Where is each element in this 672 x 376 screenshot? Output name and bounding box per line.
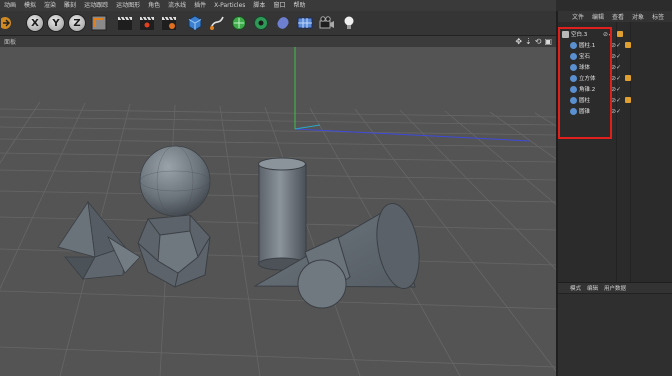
attribute-manager-tabs: 模式 编辑 用户数据 (558, 282, 672, 293)
clapperboard-settings-icon (162, 16, 176, 30)
menu-item-window[interactable]: 窗口 (273, 0, 285, 11)
attribute-manager-body (558, 293, 672, 376)
menu-item-x-particles[interactable]: X-Particles (214, 0, 245, 11)
cogwheel-icon (254, 16, 268, 30)
x-axis-lock-button[interactable]: X (26, 14, 44, 32)
add-deformer-bend-button[interactable] (273, 13, 293, 33)
scale-icon (1, 17, 11, 29)
tab-edit-attr[interactable]: 编辑 (587, 284, 598, 292)
checkmark-icon[interactable]: ⊘✓ (611, 53, 621, 60)
object-manager-panel: 文件 编辑 查看 对象 标签 空白.3 ⊘✓ 圆柱.1 ⊘✓ 宝石 ⊘✓ 球体 … (556, 11, 672, 376)
checkmark-icon[interactable]: ⊘✓ (611, 108, 621, 115)
checkmark-icon[interactable]: ⊘✓ (611, 75, 621, 82)
coordinate-system-button[interactable] (89, 13, 109, 33)
viewport-nav-controls: ✥ ⇣ ⟲ ▣ (515, 37, 552, 46)
viewport-panel-label[interactable]: 面板 (4, 37, 16, 46)
tab-objects[interactable]: 对象 (632, 12, 644, 21)
sphere-object[interactable] (139, 145, 211, 217)
menu-item-animate[interactable]: 动画 (4, 0, 16, 11)
material-tag-icon[interactable] (617, 31, 624, 37)
cube-icon (188, 15, 202, 31)
camera-icon (319, 16, 334, 29)
column-divider (630, 22, 631, 282)
menu-item-plugins[interactable]: 插件 (194, 0, 206, 11)
tab-user-data[interactable]: 用户数据 (604, 284, 626, 292)
add-deformer-button[interactable] (251, 13, 271, 33)
menu-item-script[interactable]: 脚本 (253, 0, 265, 11)
tab-tags[interactable]: 标签 (652, 12, 664, 21)
floor-grid-icon (297, 17, 313, 29)
clapperboard-picture-icon (140, 16, 154, 30)
object-manager-tabs: 文件 编辑 查看 对象 标签 (558, 11, 672, 22)
material-tag-icon[interactable] (625, 97, 632, 103)
menu-item-mograph[interactable]: 运动图形 (116, 0, 140, 11)
menu-item-sculpt[interactable]: 雕刻 (64, 0, 76, 11)
subdivision-icon (232, 16, 246, 30)
add-environment-button[interactable] (295, 13, 315, 33)
material-tag-icon[interactable] (625, 42, 632, 48)
clapperboard-icon (118, 16, 132, 30)
checkmark-icon[interactable]: ⊘✓ (611, 97, 621, 104)
tab-file[interactable]: 文件 (572, 12, 584, 21)
checkmark-icon[interactable]: ⊘✓ (611, 42, 621, 49)
highlight-annotation-box (558, 27, 612, 139)
z-axis-line (294, 124, 321, 130)
material-tag-icon[interactable] (625, 75, 632, 81)
viewport-header: 面板 ✥ ⇣ ⟲ ▣ (0, 36, 556, 47)
menu-item-simulate[interactable]: 模拟 (24, 0, 36, 11)
tab-view[interactable]: 查看 (612, 12, 624, 21)
y-axis-lock-button[interactable]: Y (47, 14, 65, 32)
add-spline-button[interactable] (207, 13, 227, 33)
down-arrow-icon[interactable]: ⇣ (525, 37, 532, 46)
toolbar: X Y Z (0, 11, 556, 36)
menu-item-render[interactable]: 渲染 (44, 0, 56, 11)
add-camera-button[interactable] (317, 13, 337, 33)
checkmark-icon[interactable]: ⊘✓ (611, 64, 621, 71)
x-axis-line (294, 128, 531, 142)
menu-item-help[interactable]: 帮助 (293, 0, 305, 11)
move-icon[interactable]: ✥ (515, 37, 522, 46)
render-settings-button[interactable] (159, 13, 179, 33)
menu-bar: 动画 模拟 渲染 雕刻 运动跟踪 运动图形 角色 流水线 插件 X-Partic… (0, 0, 556, 11)
pyramid-object[interactable] (57, 200, 141, 280)
add-generator-button[interactable] (229, 13, 249, 33)
tab-mode[interactable]: 模式 (570, 284, 581, 292)
coordinate-system-icon (91, 15, 107, 31)
add-cube-button[interactable] (185, 13, 205, 33)
scale-tool-button[interactable] (0, 13, 20, 33)
viewport-scene (0, 47, 556, 376)
menu-item-pipeline[interactable]: 流水线 (168, 0, 186, 11)
frame-icon[interactable]: ▣ (544, 37, 552, 46)
checkmark-icon[interactable]: ⊘✓ (611, 86, 621, 93)
tab-edit[interactable]: 编辑 (592, 12, 604, 21)
rotate-icon[interactable]: ⟲ (535, 37, 542, 46)
z-axis-lock-button[interactable]: Z (68, 14, 86, 32)
cylinder-object[interactable] (258, 157, 307, 271)
render-view-button[interactable] (115, 13, 135, 33)
menu-item-motion-tracking[interactable]: 运动跟踪 (84, 0, 108, 11)
bend-deformer-icon (277, 17, 289, 29)
column-divider (616, 22, 617, 282)
gem-object[interactable] (137, 214, 211, 288)
3d-viewport[interactable] (0, 47, 556, 376)
menu-item-character[interactable]: 角色 (148, 0, 160, 11)
pen-spline-icon (210, 16, 224, 30)
light-bulb-icon (344, 16, 354, 29)
add-light-button[interactable] (339, 13, 359, 33)
render-picture-viewer-button[interactable] (137, 13, 157, 33)
